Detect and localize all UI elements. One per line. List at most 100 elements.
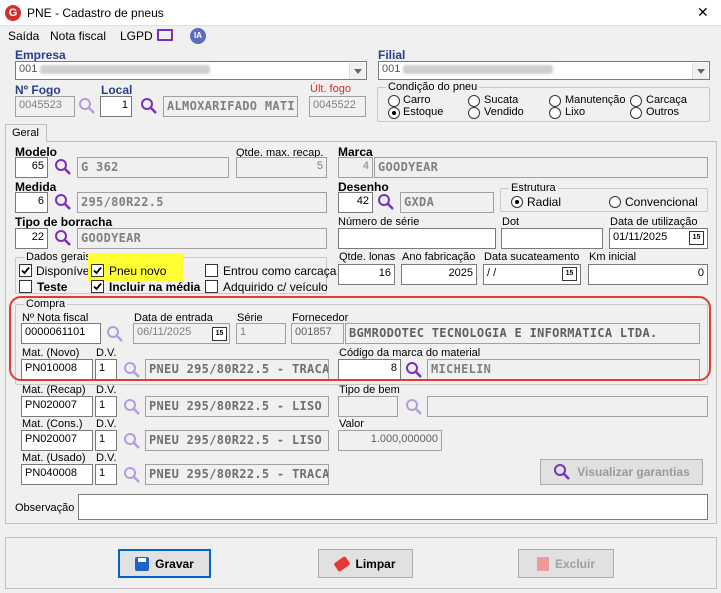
visualizar-garantias-label: Visualizar garantias — [577, 465, 690, 479]
qtde-lonas-label: Qtde. lonas — [339, 251, 396, 263]
observacao-field[interactable] — [78, 494, 708, 520]
cons-dv-field[interactable]: 1 — [95, 430, 117, 451]
usado-dv-field[interactable]: 1 — [95, 464, 117, 485]
search-icon — [553, 463, 571, 481]
cons-field[interactable]: PN020007 — [21, 430, 93, 451]
radio-carro-label: Carro — [403, 94, 431, 106]
radio-vendido[interactable] — [468, 107, 480, 119]
checkbox-incluir-media[interactable] — [91, 280, 104, 293]
radio-lixo-label: Lixo — [565, 106, 586, 118]
local-code-field[interactable]: 1 — [100, 96, 132, 117]
search-icon[interactable] — [140, 97, 158, 115]
checkbox-teste[interactable] — [19, 280, 32, 293]
checkbox-disponivel[interactable] — [19, 264, 32, 277]
search-icon[interactable] — [377, 193, 395, 211]
search-icon[interactable] — [405, 398, 423, 416]
fogo-field[interactable]: 0045523 — [15, 96, 75, 117]
ult-fogo-field: 0045522 — [309, 96, 366, 117]
checkbox-pneu-novo[interactable] — [91, 264, 104, 277]
cons-desc-field: PNEU 295/80R22.5 - LISO REC — [145, 430, 329, 451]
menu-nota-fiscal[interactable]: Nota fiscal — [50, 29, 106, 43]
marca-desc-field: GOODYEAR — [374, 157, 708, 178]
calendar-icon[interactable]: 15 — [562, 267, 577, 281]
valor-label: Valor — [339, 418, 364, 430]
estrutura-title: Estrutura — [509, 182, 558, 194]
search-icon[interactable] — [78, 97, 96, 115]
marca-code-field: 4 — [338, 157, 373, 178]
recap-field[interactable]: PN020007 — [21, 396, 93, 417]
trash-icon — [536, 556, 549, 571]
checkbox-adquirido-veiculo[interactable] — [205, 280, 218, 293]
ano-fab-field[interactable]: 2025 — [401, 264, 477, 285]
medida-code-field[interactable]: 6 — [15, 192, 48, 213]
tipo-bem-label: Tipo de bem — [339, 384, 400, 396]
filial-select[interactable]: 001 — [378, 61, 710, 80]
radio-estoque[interactable] — [388, 107, 400, 119]
radio-carcaca[interactable] — [630, 95, 642, 107]
recap-dv-field[interactable]: 1 — [95, 396, 117, 417]
chevron-down-icon[interactable] — [692, 63, 708, 79]
radio-lixo[interactable] — [549, 107, 561, 119]
local-desc-field: ALMOXARIFADO MATI — [163, 96, 298, 117]
gravar-label: Gravar — [155, 556, 194, 571]
borracha-desc-field: GOODYEAR — [77, 228, 327, 249]
menu-saida[interactable]: Saída — [8, 29, 39, 43]
checkbox-incluir-media-label: Incluir na média — [109, 280, 201, 294]
radio-carcaca-label: Carcaça — [646, 94, 687, 106]
search-icon[interactable] — [123, 466, 141, 484]
borracha-label: Tipo de borracha — [15, 215, 113, 229]
search-icon[interactable] — [54, 229, 72, 247]
radio-manutencao-label: Manutenção — [565, 94, 626, 106]
borracha-code-field[interactable]: 22 — [15, 228, 48, 249]
km-inicial-field[interactable]: 0 — [588, 264, 708, 285]
valor-field: 1.000,000000 — [338, 430, 442, 451]
radio-manutencao[interactable] — [549, 95, 561, 107]
app-logo-icon: G — [5, 5, 21, 21]
radio-radial-label: Radial — [527, 195, 562, 209]
num-serie-field[interactable] — [338, 228, 496, 249]
checkbox-entrou-carcaca-label: Entrou como carcaça — [223, 264, 337, 278]
tab-geral[interactable]: Geral — [5, 124, 47, 142]
radio-sucata[interactable] — [468, 95, 480, 107]
empresa-label: Empresa — [15, 48, 66, 62]
ult-fogo-label: Últ. fogo — [310, 83, 351, 95]
checkbox-teste-label: Teste — [37, 280, 68, 294]
excluir-label: Excluir — [554, 556, 596, 571]
tipo-bem-code-field — [338, 396, 398, 417]
monitor-icon[interactable] — [157, 29, 173, 41]
limpar-button[interactable]: Limpar — [318, 549, 413, 578]
search-icon[interactable] — [123, 398, 141, 416]
data-sucata-label: Data sucateamento — [484, 251, 580, 263]
search-icon[interactable] — [54, 193, 72, 211]
ano-fab-label: Ano fabricação — [402, 251, 476, 263]
desenho-code-field[interactable]: 42 — [338, 192, 373, 213]
radio-outros[interactable] — [630, 107, 642, 119]
empresa-select[interactable]: 001 — [15, 61, 367, 80]
calendar-icon[interactable]: 15 — [689, 231, 704, 245]
dot-field[interactable] — [501, 228, 603, 249]
search-icon[interactable] — [54, 158, 72, 176]
recap-desc-field: PNEU 295/80R22.5 - LISO REC — [145, 396, 329, 417]
chevron-down-icon[interactable] — [349, 63, 365, 79]
radio-outros-label: Outros — [646, 106, 680, 118]
local-label: Local — [101, 83, 133, 97]
checkbox-disponivel-label: Disponível — [36, 264, 88, 278]
checkbox-entrou-carcaca[interactable] — [205, 264, 218, 277]
close-button[interactable]: ✕ — [697, 4, 709, 21]
modelo-code-field[interactable]: 65 — [15, 157, 48, 178]
visualizar-garantias-button[interactable]: Visualizar garantias — [540, 459, 703, 485]
gravar-button[interactable]: Gravar — [118, 549, 211, 578]
ia-icon[interactable]: IA — [190, 28, 206, 44]
condicao-title: Condição do pneu — [386, 81, 480, 93]
search-icon[interactable] — [123, 432, 141, 450]
radio-convencional[interactable] — [609, 196, 621, 208]
observacao-label: Observação — [15, 502, 75, 514]
menu-lgpd[interactable]: LGPD — [120, 29, 153, 43]
desenho-desc-field: GXDA — [400, 192, 494, 213]
radio-carro[interactable] — [388, 95, 400, 107]
radio-radial[interactable] — [511, 196, 523, 208]
qtde-lonas-field[interactable]: 16 — [338, 264, 395, 285]
usado-field[interactable]: PN040008 — [21, 464, 93, 485]
excluir-button[interactable]: Excluir — [518, 549, 614, 578]
qtde-recap-field: 5 — [236, 157, 327, 178]
